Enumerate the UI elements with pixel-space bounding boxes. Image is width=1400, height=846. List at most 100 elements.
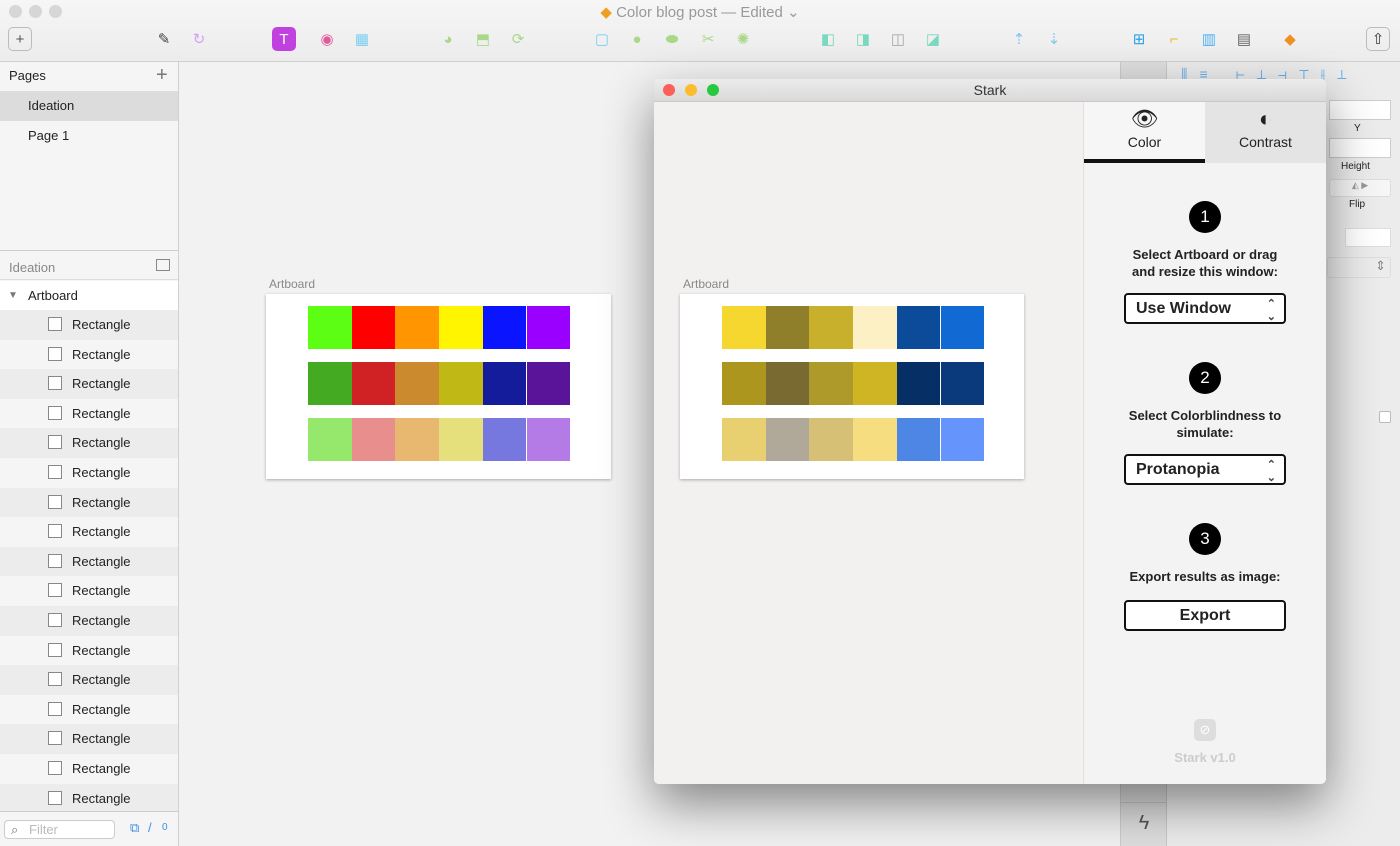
stark-logo-icon: ⊘ bbox=[1194, 719, 1216, 741]
color-swatch[interactable] bbox=[351, 418, 396, 461]
rectangle-icon bbox=[48, 731, 62, 746]
union-icon[interactable]: ● bbox=[625, 27, 649, 51]
edit-shape-icon[interactable]: ◕ bbox=[436, 27, 460, 51]
flip-buttons[interactable]: ◭ ▶ bbox=[1329, 179, 1391, 197]
layer-rectangle[interactable]: Rectangle bbox=[0, 310, 178, 340]
text-icon[interactable]: T bbox=[272, 27, 296, 51]
pen-icon[interactable]: ✎ bbox=[152, 27, 176, 51]
sync-icon[interactable]: ↻ bbox=[187, 27, 211, 51]
color-swatch[interactable] bbox=[482, 306, 527, 349]
color-swatch[interactable] bbox=[395, 418, 440, 461]
layer-rectangle[interactable]: Rectangle bbox=[0, 695, 178, 725]
page-item-ideation[interactable]: Ideation bbox=[0, 91, 178, 121]
filter-input[interactable]: ⌕ Filter bbox=[4, 820, 115, 839]
page-item-page-1[interactable]: Page 1 bbox=[0, 121, 178, 151]
mask-icon[interactable]: ▢ bbox=[590, 27, 614, 51]
color-swatch[interactable] bbox=[482, 418, 527, 461]
stark-zoom-button[interactable] bbox=[707, 84, 719, 96]
scissors-icon[interactable]: ✂ bbox=[696, 27, 720, 51]
field[interactable] bbox=[1345, 228, 1391, 247]
layer-rectangle[interactable]: Rectangle bbox=[0, 517, 178, 547]
backward-icon[interactable]: ⇣ bbox=[1042, 27, 1066, 51]
color-swatch[interactable] bbox=[526, 362, 571, 405]
layer-rectangle[interactable]: Rectangle bbox=[0, 546, 178, 577]
artboard-title[interactable]: Artboard bbox=[269, 277, 315, 291]
view-icon[interactable]: ▤ bbox=[1232, 27, 1256, 51]
color-swatch[interactable] bbox=[395, 306, 440, 349]
grid-icon[interactable]: ⊞ bbox=[1127, 27, 1151, 51]
sketch-icon[interactable]: ◆ bbox=[1278, 27, 1302, 51]
disclosure-icon[interactable]: ▼ bbox=[8, 281, 18, 310]
layer-rectangle[interactable]: Rectangle bbox=[0, 428, 178, 458]
layer-rectangle[interactable]: Rectangle bbox=[0, 576, 178, 606]
forward-icon[interactable]: ⇡ bbox=[1007, 27, 1031, 51]
export-button[interactable]: Export bbox=[1124, 600, 1286, 631]
color-swatch[interactable] bbox=[351, 306, 396, 349]
layer-rectangle[interactable]: Rectangle bbox=[0, 783, 178, 814]
color-swatch[interactable] bbox=[526, 306, 571, 349]
transform-icon[interactable]: ⬒ bbox=[471, 27, 495, 51]
layer-rectangle[interactable]: Rectangle bbox=[0, 399, 178, 429]
rotate-icon[interactable]: ⟳ bbox=[506, 27, 530, 51]
exclude-icon[interactable]: ◪ bbox=[921, 27, 945, 51]
layer-label: Rectangle bbox=[72, 465, 131, 480]
subtract-icon[interactable]: ⬬ bbox=[660, 27, 684, 51]
symbols-filter-icon[interactable]: ⧉ bbox=[130, 820, 139, 836]
stark-close-button[interactable] bbox=[663, 84, 675, 96]
share-icon[interactable]: ⇧ bbox=[1366, 27, 1390, 51]
color-swatch[interactable] bbox=[439, 362, 483, 405]
color-swatch[interactable] bbox=[439, 306, 483, 349]
color-swatch bbox=[853, 362, 897, 405]
color-swatch[interactable] bbox=[351, 362, 396, 405]
source-select[interactable]: Use Window ⌃ ⌄ bbox=[1124, 293, 1286, 324]
layer-rectangle[interactable]: Rectangle bbox=[0, 665, 178, 695]
layout-icon[interactable]: ▥ bbox=[1197, 27, 1221, 51]
colorblindness-select[interactable]: Protanopia ⌃ ⌄ bbox=[1124, 454, 1286, 485]
artboard[interactable] bbox=[266, 294, 611, 479]
color-swatch[interactable] bbox=[482, 362, 527, 405]
layer-rectangle[interactable]: Rectangle bbox=[0, 487, 178, 518]
insert-icon[interactable]: + bbox=[8, 27, 32, 51]
ruler-icon[interactable]: ⌐ bbox=[1162, 27, 1186, 51]
stark-minimize-button[interactable] bbox=[685, 84, 697, 96]
slice-filter-icon[interactable]: / bbox=[148, 820, 152, 835]
intersect-icon[interactable]: ◨ bbox=[851, 27, 875, 51]
layer-rectangle[interactable]: Rectangle bbox=[0, 340, 178, 370]
stark-preview: Artboard bbox=[654, 102, 1084, 784]
color-wheel-icon[interactable]: ◉ bbox=[315, 27, 339, 51]
dropdown[interactable]: ⇕ bbox=[1327, 257, 1391, 278]
color-swatch[interactable] bbox=[526, 418, 571, 461]
difference-icon[interactable]: ◫ bbox=[886, 27, 910, 51]
color-swatch[interactable] bbox=[395, 362, 440, 405]
height-field[interactable] bbox=[1329, 138, 1391, 158]
title-bar: ◆ Color blog post — Edited ⌄ + ✎ ↻ T ◉ ▦ ◕ ⬒ ⟳ ▢ ●… bbox=[0, 0, 1400, 62]
pages-heading: Pages bbox=[9, 68, 46, 83]
layer-rectangle[interactable]: Rectangle bbox=[0, 754, 178, 784]
checkbox[interactable] bbox=[1379, 411, 1391, 423]
color-swatch[interactable] bbox=[308, 418, 352, 461]
layer-rectangle[interactable]: Rectangle bbox=[0, 458, 178, 488]
tab-contrast[interactable]: ◐ Contrast bbox=[1205, 102, 1326, 163]
layer-rectangle[interactable]: Rectangle bbox=[0, 636, 178, 666]
color-swatch[interactable] bbox=[308, 306, 352, 349]
rectangle-icon bbox=[48, 553, 62, 568]
layer-label: Rectangle bbox=[72, 701, 131, 717]
add-page-icon[interactable]: + bbox=[156, 64, 168, 87]
color-swatch[interactable] bbox=[439, 418, 483, 461]
color-swatch[interactable] bbox=[308, 362, 352, 405]
color-swatch bbox=[809, 418, 854, 461]
symbols-icon[interactable]: ▦ bbox=[350, 27, 374, 51]
rectangle-icon bbox=[48, 583, 62, 598]
combine-icon[interactable]: ◧ bbox=[816, 27, 840, 51]
layer-label: Rectangle bbox=[72, 790, 131, 806]
layer-rectangle[interactable]: Rectangle bbox=[0, 724, 178, 754]
collapse-icon[interactable] bbox=[156, 259, 170, 271]
flatten-icon[interactable]: ✺ bbox=[731, 27, 755, 51]
layer-rectangle[interactable]: Rectangle bbox=[0, 369, 178, 399]
layer-artboard[interactable]: ▼ Artboard bbox=[0, 281, 178, 310]
rectangle-icon bbox=[48, 790, 62, 805]
lightning-icon[interactable]: ϟ bbox=[1121, 802, 1167, 846]
layer-rectangle[interactable]: Rectangle bbox=[0, 606, 178, 636]
y-field[interactable] bbox=[1329, 100, 1391, 120]
tab-color[interactable]: 👁︎ Color bbox=[1084, 102, 1205, 163]
